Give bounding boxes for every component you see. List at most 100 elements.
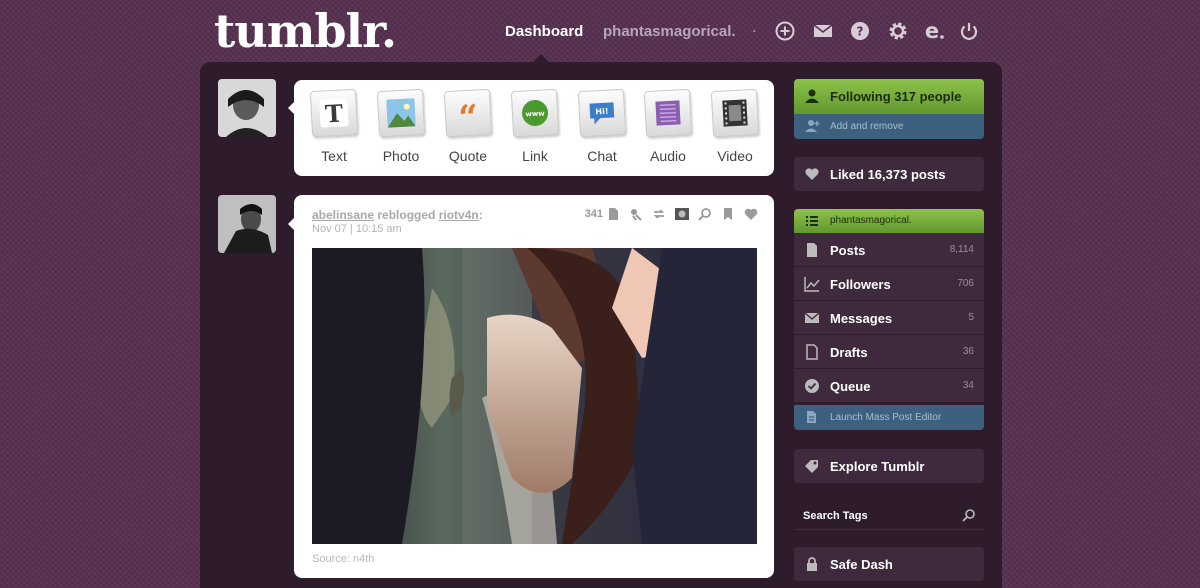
- dashboard-post: abelinsane reblogged riotv4n: Nov 07 | 1…: [294, 195, 774, 578]
- bookmark-icon[interactable]: [721, 207, 735, 221]
- sidebar-item-count: 706: [957, 278, 974, 289]
- audio-icon: [643, 88, 693, 138]
- following-button[interactable]: Following 317 people: [794, 79, 984, 114]
- svg-text:?: ?: [857, 25, 864, 39]
- post-controls: 341: [585, 207, 758, 221]
- video-icon: [710, 88, 760, 138]
- post-type-video[interactable]: Video: [705, 88, 765, 170]
- new-post-icon[interactable]: [774, 20, 796, 42]
- post-type-selector: T Text Photo “ Quote www Link Hi! Chat A…: [294, 80, 774, 176]
- sidebar-item-count: 34: [962, 380, 974, 391]
- user-avatar[interactable]: [218, 79, 276, 137]
- posts-icon: [804, 242, 820, 258]
- sidebar-item-count: 5: [968, 312, 974, 323]
- lock-icon: [804, 556, 820, 572]
- post-type-label: Video: [717, 148, 753, 164]
- search-icon[interactable]: [962, 508, 976, 522]
- followers-icon: [804, 276, 820, 292]
- svg-text:Hi!: Hi!: [595, 107, 609, 117]
- post-source[interactable]: Source: n4th: [312, 553, 374, 565]
- quote-icon: “: [443, 88, 493, 138]
- safe-dash-toggle[interactable]: Safe Dash: [794, 547, 984, 581]
- link-icon: www: [510, 88, 560, 138]
- search-icon[interactable]: [698, 207, 712, 221]
- sidebar-item-count: 8,114: [949, 244, 974, 255]
- post-photo[interactable]: [312, 248, 757, 544]
- sidebar-item-label: Posts: [830, 243, 866, 258]
- sidebar-item-queue[interactable]: Queue 34: [794, 369, 984, 403]
- post-type-label: Text: [321, 148, 347, 164]
- mail-icon[interactable]: [812, 20, 834, 42]
- chat-icon: Hi!: [577, 88, 627, 138]
- explore-label: Explore Tumblr: [830, 459, 925, 474]
- post-type-label: Chat: [587, 148, 617, 164]
- messages-icon: [804, 310, 820, 326]
- help-icon[interactable]: ?: [849, 20, 871, 42]
- nav-dashboard-link[interactable]: Dashboard: [505, 23, 583, 40]
- liked-label: Liked 16,373 posts: [830, 167, 946, 182]
- post-author-avatar[interactable]: [218, 195, 276, 253]
- list-icon: [804, 213, 820, 229]
- post-type-photo[interactable]: Photo: [371, 88, 431, 170]
- sidebar-item-posts[interactable]: Posts 8,114: [794, 233, 984, 267]
- post-type-label: Audio: [650, 148, 686, 164]
- drafts-icon: [804, 344, 820, 360]
- post-type-text[interactable]: T Text: [304, 88, 364, 170]
- add-person-icon: [804, 118, 820, 134]
- add-remove-link[interactable]: Add and remove: [794, 114, 984, 139]
- mass-editor-label: Launch Mass Post Editor: [830, 412, 942, 423]
- notes-count-text: 341: [584, 208, 603, 220]
- post-type-audio[interactable]: Audio: [638, 88, 698, 170]
- post-type-quote[interactable]: “ Quote: [438, 88, 498, 170]
- safe-dash-label: Safe Dash: [830, 557, 893, 572]
- post-type-link[interactable]: www Link: [505, 88, 565, 170]
- explore-tumblr-button[interactable]: Explore Tumblr: [794, 449, 984, 483]
- photo-view-icon[interactable]: [675, 207, 689, 221]
- post-type-chat[interactable]: Hi! Chat: [572, 88, 632, 170]
- reblogged-from-link[interactable]: riotv4n: [439, 208, 479, 222]
- sidebar-item-count: 36: [962, 346, 974, 357]
- tumblr-logo[interactable]: tumblr.: [214, 4, 397, 58]
- post-type-label: Photo: [382, 148, 420, 164]
- search-tags-label: Search Tags: [803, 510, 868, 522]
- nav-pointer: [533, 54, 549, 62]
- blog-header[interactable]: phantasmagorical.: [794, 209, 984, 233]
- post-type-label: Quote: [448, 148, 488, 164]
- liked-posts-button[interactable]: Liked 16,373 posts: [794, 157, 984, 191]
- sidebar-item-label: Queue: [830, 379, 871, 394]
- svg-text:e: e: [925, 20, 939, 42]
- settings-icon[interactable]: [887, 20, 909, 42]
- text-icon: T: [309, 88, 359, 138]
- mass-post-editor-link[interactable]: Launch Mass Post Editor: [794, 405, 984, 430]
- sidebar-item-label: Drafts: [830, 345, 868, 360]
- nav-user-link[interactable]: phantasmagorical.: [603, 23, 736, 40]
- person-icon: [804, 88, 820, 104]
- add-remove-label: Add and remove: [830, 121, 904, 132]
- search-underline: [794, 529, 984, 530]
- notes-count[interactable]: 341: [585, 207, 620, 221]
- attribution-colon: :: [478, 208, 483, 222]
- logout-icon[interactable]: [958, 20, 980, 42]
- post-type-label: Link: [522, 148, 548, 164]
- blog-name: phantasmagorical.: [830, 215, 912, 226]
- svg-text:“: “: [457, 98, 479, 127]
- extension-icon[interactable]: e: [922, 20, 944, 42]
- notes-icon: [609, 208, 618, 220]
- explore-tag-icon: [804, 458, 820, 474]
- photo-icon: [376, 88, 426, 138]
- sidebar-item-label: Followers: [830, 277, 891, 292]
- following-label: Following 317 people: [830, 89, 962, 104]
- post-date[interactable]: Nov 07 | 10:15 am: [312, 223, 402, 235]
- author-link[interactable]: abelinsane: [312, 208, 374, 222]
- queue-icon: [804, 378, 820, 394]
- sidebar-item-messages[interactable]: Messages 5: [794, 301, 984, 335]
- tag-icon[interactable]: [629, 207, 643, 221]
- reblog-icon[interactable]: [652, 207, 666, 221]
- nav-dot: .: [752, 19, 757, 36]
- sidebar-item-drafts[interactable]: Drafts 36: [794, 335, 984, 369]
- svg-text:T: T: [324, 99, 343, 128]
- heart-icon[interactable]: [744, 207, 758, 221]
- search-tags-field[interactable]: Search Tags: [794, 502, 984, 530]
- post-attribution: abelinsane reblogged riotv4n:: [312, 208, 483, 222]
- sidebar-item-followers[interactable]: Followers 706: [794, 267, 984, 301]
